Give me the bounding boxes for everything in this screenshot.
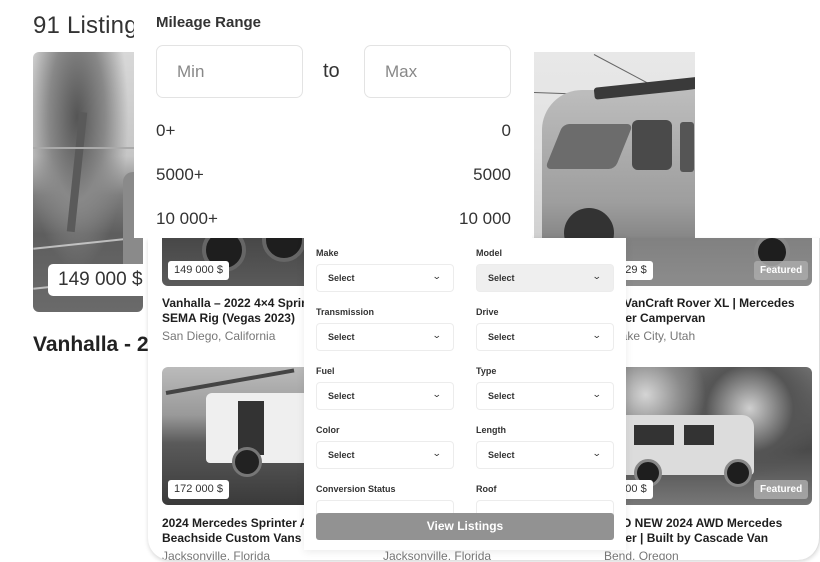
select-value: Select bbox=[488, 273, 515, 283]
type-select[interactable]: Select ⌄ bbox=[476, 382, 614, 410]
mileage-option-value[interactable]: 0 bbox=[502, 121, 511, 141]
featured-badge: Featured bbox=[754, 480, 809, 499]
range-separator: to bbox=[323, 60, 340, 82]
view-listings-button[interactable]: View Listings bbox=[316, 513, 614, 540]
chevron-down-icon: ⌄ bbox=[592, 448, 603, 458]
filter-label-length: Length bbox=[476, 425, 506, 435]
mileage-option-label[interactable]: 5000+ bbox=[156, 165, 204, 185]
wheel-shape bbox=[262, 238, 306, 262]
chevron-down-icon: ⌄ bbox=[592, 271, 603, 281]
mileage-min-input[interactable]: Min bbox=[156, 45, 303, 98]
filter-label-color: Color bbox=[316, 425, 340, 435]
chevron-down-icon: ⌄ bbox=[432, 448, 443, 458]
listing-location: Bend, Oregon bbox=[604, 549, 679, 560]
filter-label-make: Make bbox=[316, 248, 339, 258]
filter-label-model: Model bbox=[476, 248, 502, 258]
mileage-range-title: Mileage Range bbox=[156, 14, 262, 31]
filter-label-conversion-status: Conversion Status bbox=[316, 484, 396, 494]
select-value: Select bbox=[488, 332, 515, 342]
listing-title[interactable]: ND NEW 2024 AWD Mercedes nter | Built by… bbox=[614, 516, 819, 546]
van-window bbox=[684, 425, 714, 445]
filter-panel: Make Select ⌄ Model Select ⌄ Transmissio… bbox=[304, 238, 626, 550]
mileage-option-value[interactable]: 10 000 bbox=[459, 209, 511, 229]
filter-label-drive: Drive bbox=[476, 307, 499, 317]
filter-label-transmission: Transmission bbox=[316, 307, 375, 317]
chevron-down-icon: ⌄ bbox=[432, 271, 443, 281]
mileage-max-input[interactable]: Max bbox=[364, 45, 511, 98]
select-value: Select bbox=[328, 391, 355, 401]
listing-location: Jacksonville, Florida bbox=[162, 549, 271, 560]
mileage-option-label[interactable]: 10 000+ bbox=[156, 209, 218, 229]
listing-location: Lake City, Utah bbox=[614, 329, 696, 343]
van-window bbox=[634, 425, 674, 445]
drive-select[interactable]: Select ⌄ bbox=[476, 323, 614, 351]
featured-badge: Featured bbox=[754, 261, 809, 280]
van-window bbox=[632, 120, 672, 170]
select-value: Select bbox=[328, 450, 355, 460]
mileage-range-panel: Mileage Range Min to Max 0+ 0 5000+ 5000… bbox=[134, 0, 532, 238]
listing-title-line: nter Campervan bbox=[614, 311, 706, 325]
select-value: Select bbox=[328, 332, 355, 342]
mileage-option-label[interactable]: 0+ bbox=[156, 121, 175, 141]
select-value: Select bbox=[488, 450, 515, 460]
van-window bbox=[680, 122, 694, 172]
chevron-down-icon: ⌄ bbox=[592, 330, 603, 340]
filter-label-roof: Roof bbox=[476, 484, 497, 494]
transmission-select[interactable]: Select ⌄ bbox=[316, 323, 454, 351]
listing-price: 149 000 $ bbox=[168, 261, 229, 280]
wheel-shape bbox=[724, 459, 752, 487]
select-value: Select bbox=[328, 273, 355, 283]
listing-image-van[interactable] bbox=[534, 52, 695, 240]
chevron-down-icon: ⌄ bbox=[592, 389, 603, 399]
filter-label-fuel: Fuel bbox=[316, 366, 335, 376]
listing-title-line: 4 VanCraft Rover XL | Mercedes bbox=[614, 296, 795, 310]
wheel-shape bbox=[232, 447, 262, 477]
fence-shape bbox=[33, 147, 143, 149]
featured-listing-price: 149 000 $ bbox=[48, 264, 153, 296]
mileage-option-value[interactable]: 5000 bbox=[473, 165, 511, 185]
chevron-down-icon: ⌄ bbox=[432, 330, 443, 340]
listing-title-line: ND NEW 2024 AWD Mercedes bbox=[614, 516, 783, 530]
model-select[interactable]: Select ⌄ bbox=[476, 264, 614, 292]
listing-location: San Diego, California bbox=[162, 329, 276, 343]
make-select[interactable]: Select ⌄ bbox=[316, 264, 454, 292]
listings-count-title: 91 Listings bbox=[33, 12, 150, 39]
listing-location: Jacksonville, Florida bbox=[383, 549, 492, 560]
listing-title-line: nter | Built by Cascade Van bbox=[614, 531, 769, 545]
chevron-down-icon: ⌄ bbox=[432, 389, 443, 399]
tree-shape bbox=[66, 111, 88, 233]
filter-label-type: Type bbox=[476, 366, 497, 376]
length-select[interactable]: Select ⌄ bbox=[476, 441, 614, 469]
awning-shape bbox=[165, 368, 295, 395]
listing-title[interactable]: 4 VanCraft Rover XL | Mercedes nter Camp… bbox=[614, 296, 819, 326]
listing-price: 172 000 $ bbox=[168, 480, 229, 499]
color-select[interactable]: Select ⌄ bbox=[316, 441, 454, 469]
fuel-select[interactable]: Select ⌄ bbox=[316, 382, 454, 410]
select-value: Select bbox=[488, 391, 515, 401]
